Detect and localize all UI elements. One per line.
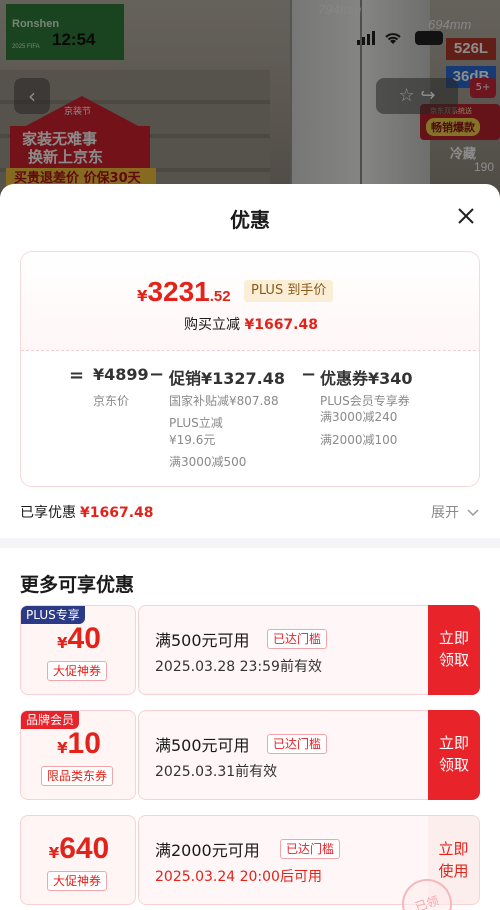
sheet-title: 优惠	[230, 208, 270, 232]
coupon-card: 品牌会员 ¥10 限品类东券 满500元可用 已达门槛 2025.03.31前有…	[20, 710, 480, 800]
coupon-validity: 2025.03.24 20:00后可用	[155, 869, 322, 885]
promotion-detail: 满3000减500	[169, 455, 247, 469]
coupon-type-tag: 大促神券	[47, 661, 108, 681]
jd-price-label: 京东价	[93, 394, 130, 408]
modal-overlay[interactable]	[0, 0, 500, 200]
coupon-amount: ¥40	[57, 622, 101, 655]
claim-coupon-button[interactable]: 立即 领取	[428, 605, 480, 695]
discount-sheet: 优惠 ¥3231.52 PLUS 到手价 购买立减 ¥1667.48 = ¥48…	[0, 184, 500, 910]
coupon-amount-panel: ¥640 大促神券	[20, 815, 136, 905]
coupon-info: 满500元可用 已达门槛 2025.03.28 23:59前有效	[138, 605, 428, 695]
promotion-detail: ¥19.6元	[169, 433, 216, 447]
promotion-detail: 国家补贴减¥807.88	[169, 394, 279, 408]
price-summary: ¥3231.52 PLUS 到手价 购买立减 ¥1667.48	[21, 252, 479, 350]
coupon-type-tag: 大促神券	[47, 871, 108, 891]
promotion-value: 促销¥1327.48	[169, 369, 286, 388]
coupon-card: PLUS专享 ¥40 大促神券 满500元可用 已达门槛 2025.03.28 …	[20, 605, 480, 695]
enjoyed-discount: 已享优惠 ¥1667.48	[20, 505, 154, 521]
coupon-validity: 2025.03.31前有效	[155, 764, 278, 780]
coupon-validity: 2025.03.28 23:59前有效	[155, 659, 322, 675]
coupon-condition: 满2000元可用	[155, 841, 260, 860]
claim-coupon-button[interactable]: 立即 领取	[428, 710, 480, 800]
coupon-detail: PLUS会员专享券	[320, 394, 410, 408]
promotion-detail: PLUS立减	[169, 416, 223, 430]
coupon-info: 满2000元可用 已达门槛 2025.03.24 20:00后可用	[138, 815, 428, 905]
coupon-condition: 满500元可用	[155, 631, 250, 650]
coupon-condition: 满500元可用	[155, 736, 250, 755]
final-price: ¥3231.52	[137, 276, 231, 307]
plus-price-tag: PLUS 到手价	[244, 280, 334, 302]
threshold-reached-tag: 已达门槛	[267, 629, 328, 649]
threshold-reached-tag: 已达门槛	[280, 839, 341, 859]
coupon-amount-panel: 品牌会员 ¥10 限品类东券	[20, 710, 136, 800]
jd-price-value: ¥4899	[93, 365, 149, 384]
coupon-detail: 满3000减240	[320, 410, 398, 424]
more-discounts-title: 更多可享优惠	[20, 574, 135, 596]
minus-sign: −	[301, 364, 317, 385]
price-breakdown-card: ¥3231.52 PLUS 到手价 购买立减 ¥1667.48 = ¥4899 …	[20, 251, 480, 487]
coupon-info: 满500元可用 已达门槛 2025.03.31前有效	[138, 710, 428, 800]
coupon-detail: 满2000减100	[320, 433, 398, 447]
purchase-reduction: 购买立减 ¥1667.48	[184, 317, 318, 333]
section-divider	[0, 538, 500, 548]
coupon-card: ¥640 大促神券 满2000元可用 已达门槛 2025.03.24 20:00…	[20, 815, 480, 910]
close-icon[interactable]	[456, 206, 476, 226]
price-formula: = ¥4899 京东价 − 促销¥1327.48 国家补贴减¥807.88 PL…	[21, 350, 479, 486]
chevron-down-icon	[467, 509, 479, 517]
coupon-amount: ¥640	[48, 832, 110, 865]
coupon-type-tag: 限品类东券	[41, 766, 114, 786]
coupon-amount-panel: PLUS专享 ¥40 大促神券	[20, 605, 136, 695]
coupon-value: 优惠券¥340	[320, 369, 413, 388]
equals-sign: =	[69, 365, 85, 386]
coupon-amount: ¥10	[57, 727, 101, 760]
minus-sign: −	[149, 364, 165, 385]
expand-button[interactable]: 展开	[431, 502, 479, 522]
threshold-reached-tag: 已达门槛	[267, 734, 328, 754]
